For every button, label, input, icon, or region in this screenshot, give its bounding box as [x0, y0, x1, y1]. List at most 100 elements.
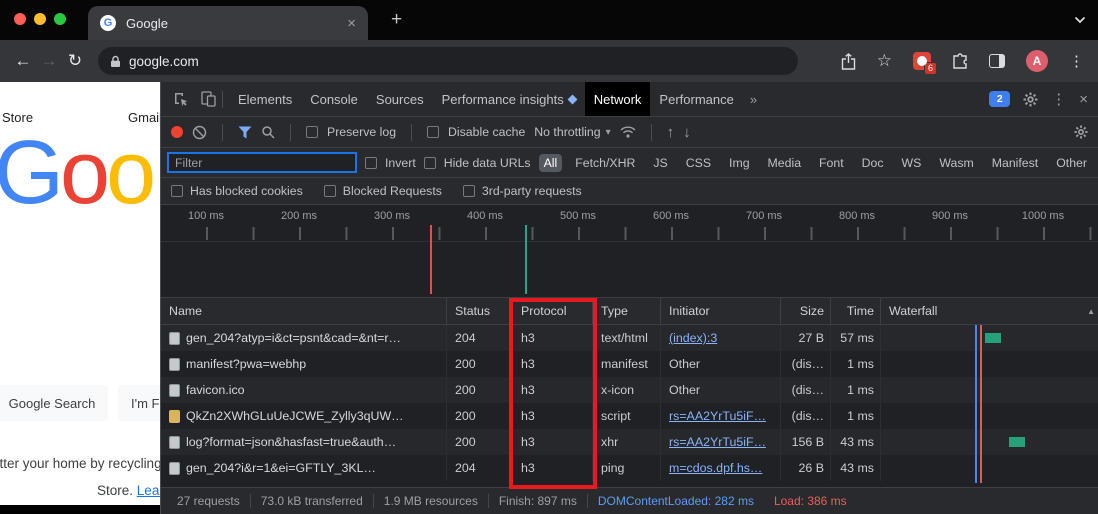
- preserve-log-label[interactable]: Preserve log: [327, 125, 396, 139]
- preserve-log-checkbox[interactable]: [306, 126, 318, 138]
- chevron-down-icon: ▾: [606, 127, 611, 138]
- devtools-close-icon[interactable]: ×: [1079, 91, 1088, 108]
- hide-data-urls-checkbox[interactable]: [424, 157, 436, 169]
- feeling-lucky-button[interactable]: I'm Feeling Lucky: [118, 385, 160, 421]
- initiator-link[interactable]: m=cdos.dpf.hs…: [669, 461, 762, 475]
- request-row[interactable]: manifest?pwa=webhp 200 h3 manifest Other…: [161, 351, 1098, 377]
- divider: [222, 91, 223, 108]
- filter-type-manifest[interactable]: Manifest: [987, 154, 1043, 172]
- tab-performance-insights[interactable]: Performance insights: [433, 82, 585, 116]
- disable-cache-checkbox[interactable]: [427, 126, 439, 138]
- third-party-requests-checkbox[interactable]: [463, 185, 475, 197]
- sort-ascending-icon: ▲: [1087, 307, 1095, 316]
- request-row[interactable]: log?format=json&hasfast=true&auth… 200 h…: [161, 429, 1098, 455]
- learn-more-link[interactable]: Learn more: [137, 483, 160, 498]
- google-search-button[interactable]: Google Search: [0, 385, 108, 421]
- request-row[interactable]: gen_204?atyp=i&ct=psnt&cad=&nt=r… 204 h3…: [161, 325, 1098, 351]
- tab-sources[interactable]: Sources: [367, 82, 433, 116]
- filter-type-doc[interactable]: Doc: [857, 154, 889, 172]
- request-row[interactable]: gen_204?i&r=1&ei=GFTLY_3KL… 204 h3 ping …: [161, 455, 1098, 481]
- network-filter-row2: Has blocked cookies Blocked Requests 3rd…: [161, 178, 1098, 205]
- blocked-requests-checkbox[interactable]: [324, 185, 336, 197]
- tab-network[interactable]: Network: [585, 82, 651, 116]
- filter-type-img[interactable]: Img: [724, 154, 755, 172]
- initiator-link[interactable]: rs=AA2YrTu5iF…: [669, 409, 766, 423]
- adblock-extension-icon[interactable]: 6: [913, 52, 931, 70]
- issues-count-icon[interactable]: 2: [989, 91, 1010, 107]
- blocked-requests-label[interactable]: Blocked Requests: [343, 184, 442, 198]
- initiator-link[interactable]: (index):3: [669, 331, 717, 345]
- header-protocol[interactable]: Protocol: [513, 298, 593, 324]
- devtools-menu-icon[interactable]: ⋮: [1051, 90, 1066, 108]
- filter-type-js[interactable]: JS: [648, 154, 672, 172]
- record-icon[interactable]: [171, 126, 183, 138]
- minimize-window-button[interactable]: [34, 13, 46, 25]
- close-window-button[interactable]: [14, 13, 26, 25]
- filter-funnel-icon[interactable]: [238, 126, 252, 139]
- tab-console[interactable]: Console: [301, 82, 367, 116]
- request-size: (dis…: [781, 403, 831, 429]
- forward-icon[interactable]: →: [36, 51, 62, 71]
- filter-type-media[interactable]: Media: [763, 154, 807, 172]
- header-time[interactable]: Time: [831, 298, 881, 324]
- invert-label[interactable]: Invert: [385, 156, 416, 170]
- export-har-icon[interactable]: ↓: [683, 124, 691, 141]
- filter-type-other[interactable]: Other: [1051, 154, 1092, 172]
- request-row[interactable]: favicon.ico 200 h3 x-icon Other (dis… 1 …: [161, 377, 1098, 403]
- request-name: favicon.ico: [186, 383, 245, 397]
- timeline-label: 200 ms: [281, 210, 317, 222]
- header-waterfall[interactable]: Waterfall ▲: [881, 298, 1098, 324]
- reload-icon[interactable]: ↻: [62, 51, 88, 71]
- address-bar[interactable]: google.com: [98, 47, 798, 75]
- close-tab-icon[interactable]: ×: [347, 15, 356, 32]
- hide-data-urls-label[interactable]: Hide data URLs: [444, 156, 531, 170]
- network-overview-timeline[interactable]: 100 ms 200 ms 300 ms 400 ms 500 ms 600 m…: [161, 205, 1098, 298]
- network-conditions-icon[interactable]: [620, 126, 636, 138]
- image-file-icon: [169, 384, 180, 397]
- search-icon[interactable]: [261, 125, 275, 139]
- extensions-puzzle-icon[interactable]: [952, 53, 968, 69]
- filter-type-fetch-xhr[interactable]: Fetch/XHR: [570, 154, 640, 172]
- back-icon[interactable]: ←: [10, 51, 36, 71]
- device-toolbar-icon[interactable]: [201, 91, 216, 107]
- third-party-requests-label[interactable]: 3rd-party requests: [482, 184, 582, 198]
- devtools-settings-gear-icon[interactable]: [1023, 92, 1038, 107]
- filter-input[interactable]: [167, 152, 357, 173]
- fullscreen-window-button[interactable]: [54, 13, 66, 25]
- clear-icon[interactable]: [192, 125, 207, 140]
- bookmark-star-icon[interactable]: ☆: [877, 51, 892, 71]
- side-panel-icon[interactable]: [989, 54, 1005, 68]
- invert-checkbox[interactable]: [365, 157, 377, 169]
- has-blocked-cookies-checkbox[interactable]: [171, 185, 183, 197]
- header-name[interactable]: Name: [161, 298, 447, 324]
- tab-elements[interactable]: Elements: [229, 82, 301, 116]
- new-tab-button[interactable]: +: [391, 9, 402, 31]
- profile-avatar[interactable]: A: [1026, 50, 1048, 72]
- browser-menu-icon[interactable]: ⋮: [1069, 52, 1084, 70]
- header-status[interactable]: Status: [447, 298, 513, 324]
- filter-type-css[interactable]: CSS: [681, 154, 716, 172]
- more-tabs-icon[interactable]: »: [743, 92, 764, 107]
- filter-type-ws[interactable]: WS: [897, 154, 927, 172]
- network-settings-gear-icon[interactable]: [1074, 125, 1088, 139]
- inspect-element-icon[interactable]: [173, 91, 189, 107]
- header-initiator[interactable]: Initiator: [661, 298, 781, 324]
- filter-type-font[interactable]: Font: [814, 154, 849, 172]
- share-icon[interactable]: [841, 53, 856, 70]
- header-type[interactable]: Type: [593, 298, 661, 324]
- import-har-icon[interactable]: ↑: [667, 124, 675, 141]
- browser-tab[interactable]: G Google ×: [88, 6, 368, 40]
- lock-icon[interactable]: [110, 55, 121, 68]
- has-blocked-cookies-label[interactable]: Has blocked cookies: [190, 184, 303, 198]
- tab-performance[interactable]: Performance: [650, 82, 742, 116]
- tab-search-chevron-icon[interactable]: [1074, 16, 1086, 24]
- header-size[interactable]: Size: [781, 298, 831, 324]
- dom-content-loaded-time: DOMContentLoaded: 282 ms: [588, 494, 764, 508]
- disable-cache-label[interactable]: Disable cache: [448, 125, 525, 139]
- filter-type-wasm[interactable]: Wasm: [934, 154, 978, 172]
- throttling-dropdown[interactable]: No throttling ▾: [534, 125, 610, 139]
- filter-type-all[interactable]: All: [539, 154, 563, 172]
- initiator-link[interactable]: rs=AA2YrTu5iF…: [669, 435, 766, 449]
- request-row[interactable]: QkZn2XWhGLuUeJCWE_Zylly3qUW… 200 h3 scri…: [161, 403, 1098, 429]
- tab-title: Google: [126, 16, 168, 31]
